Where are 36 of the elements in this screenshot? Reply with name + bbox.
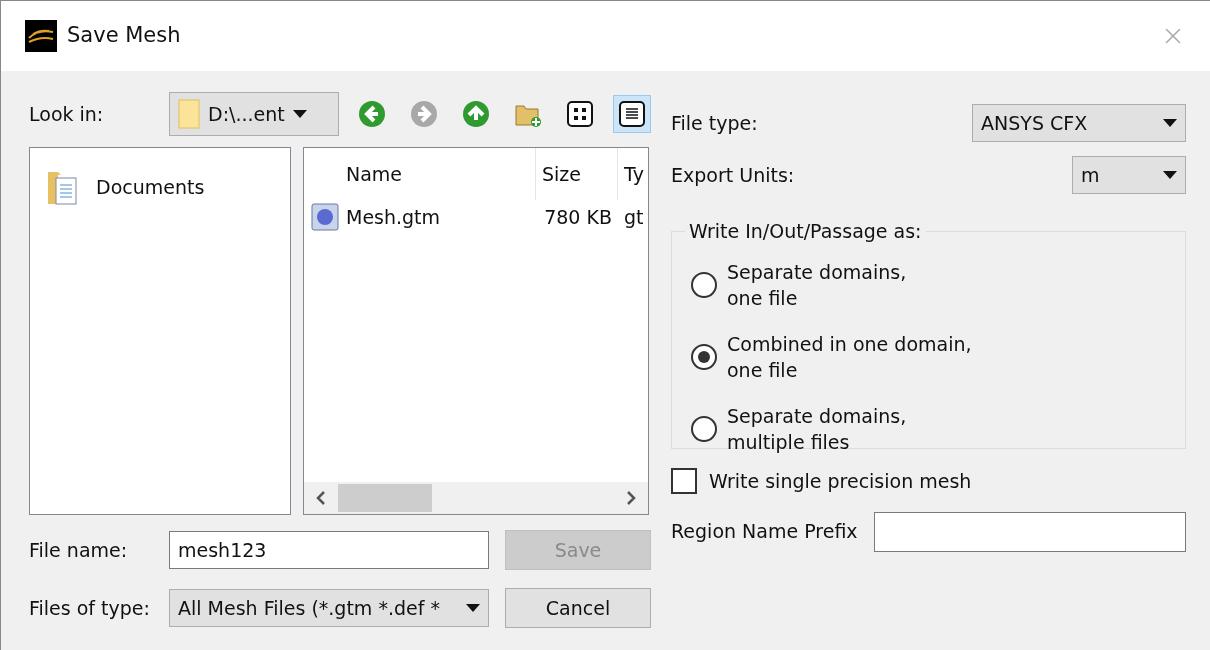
caret-icon [1163,171,1177,179]
mesh-file-icon [310,202,340,232]
region-prefix-label: Region Name Prefix [671,519,858,545]
radio-option[interactable]: Separate domains, multiple files [691,403,972,455]
caret-icon [292,110,307,118]
single-precision-checkbox[interactable]: Write single precision mesh [671,467,1186,496]
radio-option[interactable]: Combined in one domain, one file [691,331,972,383]
look-in-label: Look in: [29,101,105,127]
file-name-label: File name: [29,537,129,563]
files-of-type-dropdown[interactable]: All Mesh Files (*.gtm *.def * [169,589,489,627]
file-size-cell-text: 780 KB [543,204,613,230]
file-name-field[interactable]: mesh123 [169,531,489,569]
back-icon[interactable] [357,99,387,129]
horizontal-scrollbar[interactable] [304,482,648,514]
column-header[interactable]: Size [536,148,618,200]
export-units-label: Export Units: [671,162,795,188]
app-logo-icon [25,20,57,52]
file-name-cell[interactable]: Mesh.gtm [346,202,441,232]
folder-icon [178,99,200,129]
window-title: Save Mesh [67,22,181,50]
file-type-dropdown[interactable]: ANSYS CFX [972,104,1186,142]
cancel-button[interactable]: Cancel [505,588,651,628]
look-in-dropdown[interactable]: D:\...ent [169,92,339,136]
places-item[interactable]: Documents [46,168,290,206]
file-type-label: File type: [671,110,758,136]
region-prefix-field[interactable] [874,511,1186,552]
scrollbar-thumb[interactable] [338,484,432,512]
caret-icon [466,604,480,612]
list-view-button[interactable] [613,95,651,133]
column-header[interactable]: Name [304,148,536,200]
column-header[interactable]: Ty [618,148,648,200]
files-of-type-label: Files of type: [29,595,151,621]
file-type-cell-text: gt [623,204,644,230]
export-units-dropdown[interactable]: m [1072,156,1186,194]
caret-icon [1163,119,1177,127]
radio-option[interactable]: Separate domains, one file [691,259,972,311]
